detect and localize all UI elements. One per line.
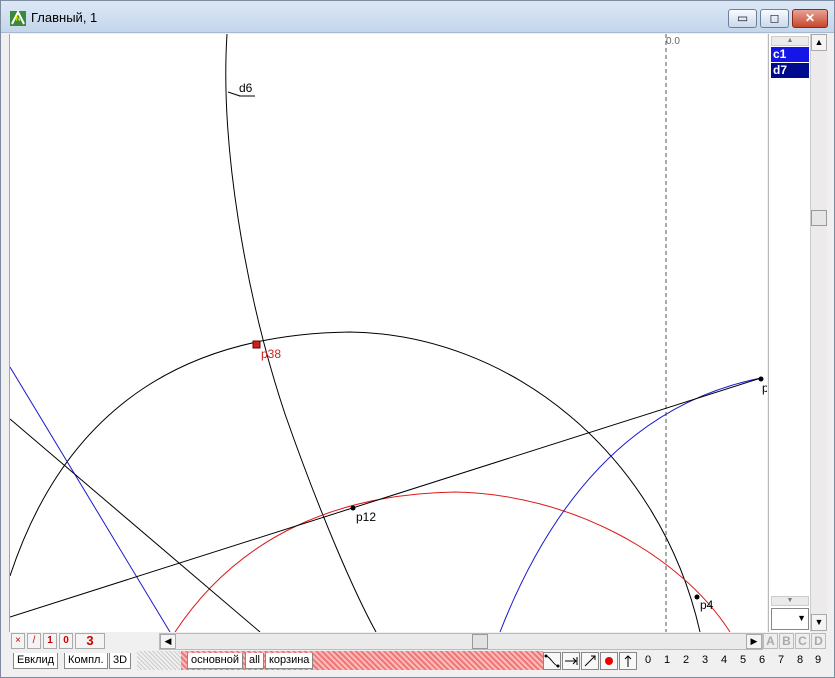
up-arrow-tool-button[interactable]: [619, 652, 637, 670]
curve-icon: [544, 654, 560, 668]
tab-euclid[interactable]: Евклид: [13, 653, 59, 669]
arrow-right-icon: [565, 657, 578, 665]
scroll-down-button[interactable]: ▼: [811, 614, 827, 631]
close-button[interactable]: ✕: [792, 9, 828, 28]
tab-3d[interactable]: 3D: [109, 653, 132, 669]
layers-panel: ▲ c1 d7 ▼ ▼: [768, 34, 810, 632]
title-bar[interactable]: N Главный, 1 ▭ ◻ ✕: [1, 1, 834, 33]
bottom-toolbar: × / 1 0 3 ◀ ▶ A B C D: [9, 633, 827, 650]
counter-display: 3: [75, 633, 105, 649]
label-p-edge: p: [762, 381, 767, 395]
number-3-button[interactable]: 3: [696, 654, 714, 666]
mode-1-button[interactable]: 1: [43, 633, 57, 649]
blue-line-left: [10, 366, 171, 632]
scroll-right-button[interactable]: ▶: [746, 634, 762, 649]
tab-all[interactable]: all: [245, 653, 265, 669]
diagonal-line: [10, 418, 261, 632]
label-p4: p4: [700, 598, 714, 612]
delete-tool-button[interactable]: ×: [11, 633, 25, 649]
letter-b-button[interactable]: B: [779, 633, 794, 649]
red-dot-icon: [605, 657, 613, 665]
number-1-button[interactable]: 1: [658, 654, 676, 666]
tab-main-layer[interactable]: основной: [187, 653, 243, 669]
point-tool-button[interactable]: [600, 652, 618, 670]
main-window: N Главный, 1 ▭ ◻ ✕ 0.0 d6 p38 p12 p4 ▲ c…: [0, 0, 835, 678]
curve-d6: [225, 34, 377, 632]
horizontal-scrollbar[interactable]: ◀ ▶: [159, 633, 763, 650]
vertical-scroll-thumb[interactable]: [811, 210, 827, 226]
scroll-left-button[interactable]: ◀: [160, 634, 176, 649]
curve-tool-button[interactable]: [543, 652, 561, 670]
axis-label: 0.0: [666, 36, 680, 47]
number-8-button[interactable]: 8: [791, 654, 809, 666]
blue-curve-right: [499, 377, 762, 632]
layer-item-c1[interactable]: c1: [771, 47, 809, 62]
chevron-down-icon: ▼: [797, 613, 806, 623]
tangent-line: [10, 377, 762, 618]
scroll-up-button[interactable]: ▲: [811, 34, 827, 51]
diagonal-arrow-icon: [584, 655, 596, 667]
point-p4: [694, 594, 700, 600]
number-6-button[interactable]: 6: [753, 654, 771, 666]
svg-text:N: N: [15, 16, 20, 23]
drawing-canvas[interactable]: 0.0 d6 p38 p12 p4 p: [9, 34, 767, 632]
app-logo-icon: N: [10, 9, 26, 26]
number-7-button[interactable]: 7: [772, 654, 790, 666]
layers-scroll-down-button[interactable]: ▼: [771, 596, 809, 606]
arrow-tool-button[interactable]: [562, 652, 580, 670]
segment-tool-button[interactable]: [581, 652, 599, 670]
red-circle-arc: [174, 491, 731, 632]
line-tool-button[interactable]: /: [27, 633, 41, 649]
tab-divider: [137, 651, 181, 670]
tabs-bar: Евклид Компл. 3D основной all корзина 0 …: [9, 651, 827, 671]
tab-trash[interactable]: корзина: [265, 653, 314, 669]
letter-c-button[interactable]: C: [795, 633, 810, 649]
number-0-button[interactable]: 0: [639, 654, 657, 666]
maximize-button[interactable]: ◻: [760, 9, 789, 28]
number-9-button[interactable]: 9: [809, 654, 827, 666]
vertical-scrollbar[interactable]: ▲ ▼: [810, 34, 827, 632]
tab-complex[interactable]: Компл.: [64, 653, 108, 669]
layers-scroll-up-button[interactable]: ▲: [771, 36, 809, 46]
window-title: Главный, 1: [31, 10, 98, 25]
layer-dropdown[interactable]: ▼: [771, 608, 809, 630]
horizontal-scroll-thumb[interactable]: [472, 634, 488, 649]
number-2-button[interactable]: 2: [677, 654, 695, 666]
arrow-up-icon: [624, 655, 632, 667]
label-d6: d6: [239, 81, 253, 95]
geometry-drawing[interactable]: 0.0 d6 p38 p12 p4 p: [10, 34, 767, 632]
letter-d-button[interactable]: D: [811, 633, 826, 649]
mode-0-button[interactable]: 0: [59, 633, 73, 649]
layer-item-d7[interactable]: d7: [771, 63, 809, 78]
minimize-button[interactable]: ▭: [728, 9, 757, 28]
number-5-button[interactable]: 5: [734, 654, 752, 666]
letter-a-button[interactable]: A: [763, 633, 778, 649]
point-p38: [252, 340, 261, 349]
label-p12: p12: [356, 510, 376, 524]
label-p38: p38: [261, 347, 281, 361]
big-circle-arc: [10, 331, 701, 632]
number-4-button[interactable]: 4: [715, 654, 733, 666]
point-p12: [350, 505, 356, 511]
